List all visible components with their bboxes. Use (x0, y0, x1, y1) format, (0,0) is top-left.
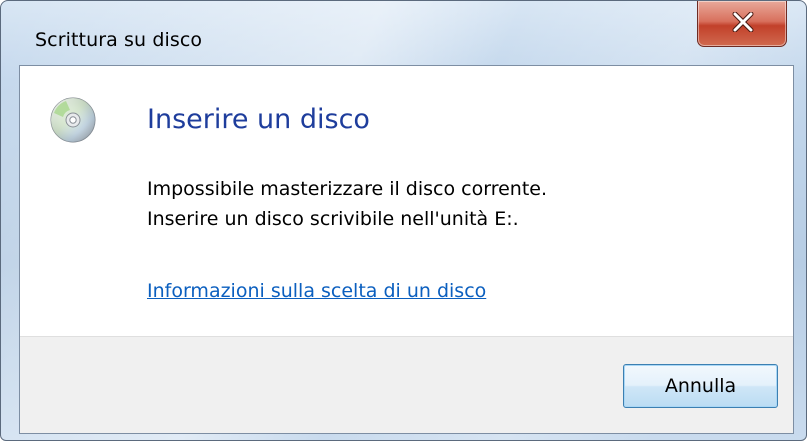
window-title: Scrittura su disco (35, 29, 203, 51)
disc-choice-help-link[interactable]: Informazioni sulla scelta di un disco (147, 280, 486, 302)
title-bar[interactable]: Scrittura su disco (1, 1, 806, 63)
main-instruction: Inserire un disco (147, 104, 370, 135)
close-button[interactable] (697, 1, 787, 47)
cancel-button[interactable]: Annulla (623, 364, 778, 408)
message-line-2: Inserire un disco scrivibile nell'unità … (147, 208, 519, 230)
message-line-1: Impossibile masterizzare il disco corren… (147, 178, 548, 200)
dialog-content: Inserire un disco Impossibile masterizza… (19, 65, 794, 434)
dialog-window: Scrittura su disco Inserire un disco Imp… (0, 0, 807, 441)
close-icon (732, 12, 754, 32)
cd-disc-icon (50, 97, 96, 143)
